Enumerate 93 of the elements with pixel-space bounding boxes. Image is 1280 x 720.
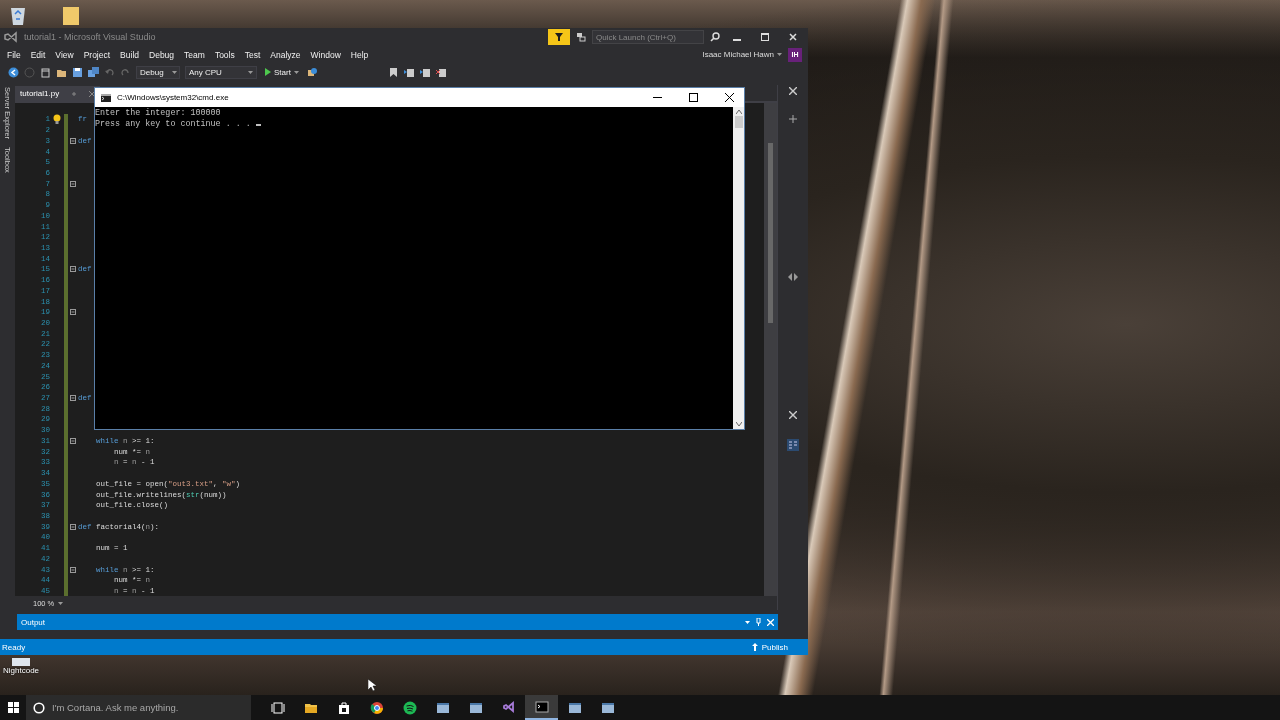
split-icon[interactable] [788, 115, 798, 123]
close-icon [789, 33, 797, 41]
scrollbar-thumb[interactable] [734, 116, 743, 128]
menu-item[interactable]: View [50, 49, 79, 60]
folder-icon[interactable] [62, 4, 80, 26]
shopping-bag-icon [336, 700, 351, 715]
taskbar-app-button[interactable] [525, 695, 558, 720]
start-button[interactable]: Start [262, 65, 302, 79]
task-view-icon [270, 700, 285, 715]
collapse-icon[interactable] [70, 309, 76, 316]
close-icon[interactable] [789, 411, 797, 419]
publish-button[interactable]: Publish [751, 642, 788, 652]
close-icon [724, 93, 734, 102]
vs-logo-icon [4, 31, 18, 43]
collapse-icon[interactable] [70, 266, 76, 273]
vertical-scrollbar[interactable] [764, 103, 777, 596]
vertical-scrollbar[interactable] [733, 107, 744, 429]
undo-icon[interactable] [104, 66, 115, 78]
configuration-dropdown[interactable]: Debug [136, 65, 180, 79]
save-all-icon[interactable] [88, 66, 99, 78]
collapse-icon[interactable] [70, 137, 76, 144]
bookmark-clear-icon[interactable] [435, 66, 447, 78]
lightbulb-icon[interactable] [53, 114, 61, 125]
vs-logo-icon [501, 700, 516, 715]
user-name[interactable]: Isaac Michael Hawn [702, 50, 774, 59]
collapse-icon[interactable] [70, 437, 76, 444]
text-cursor [255, 123, 261, 126]
collapse-icon[interactable] [70, 566, 76, 573]
maximize-icon [688, 93, 698, 102]
windows-logo-icon [7, 702, 19, 713]
panel-title: Output [21, 617, 45, 627]
menu-item[interactable]: File [2, 49, 26, 60]
bookmark-prev-icon[interactable] [403, 66, 415, 78]
collapse-icon[interactable] [70, 180, 76, 187]
menu-item[interactable]: Tools [209, 49, 240, 60]
console-icon [101, 93, 111, 102]
console-line: Press any key to continue . . . [95, 118, 733, 129]
cortana-button[interactable] [26, 695, 52, 720]
collapse-icon[interactable] [70, 395, 76, 402]
menu-item[interactable]: Project [78, 49, 116, 60]
menu-item[interactable]: Edit [25, 49, 51, 60]
status-text: Ready [2, 642, 26, 652]
window-title: C:\Windows\system32\cmd.exe [117, 93, 229, 102]
up-arrow-icon [751, 643, 758, 651]
quick-launch-field[interactable]: Quick Launch (Ctrl+Q) [592, 30, 704, 44]
back-icon[interactable] [8, 66, 19, 78]
maximize-icon [761, 33, 769, 41]
minimize-icon [652, 97, 662, 98]
search-icon[interactable] [710, 32, 720, 42]
menu-item[interactable]: Analyze [265, 49, 306, 60]
terminal-icon [534, 699, 549, 714]
music-app-icon [402, 700, 417, 715]
document-tab[interactable]: tutorial1.py [15, 86, 101, 101]
find-icon[interactable] [306, 66, 318, 78]
properties-icon[interactable] [787, 439, 799, 451]
menu-item[interactable]: Window [305, 49, 346, 60]
bookmark-icon[interactable] [387, 66, 399, 78]
cortana-search-field[interactable]: I'm Cortana. Ask me anything. [52, 695, 251, 720]
menu-item[interactable]: Team [179, 49, 210, 60]
new-project-icon[interactable] [40, 66, 51, 78]
circle-icon [33, 701, 45, 714]
collapse-icon[interactable] [70, 523, 76, 530]
caret-icon[interactable] [745, 620, 750, 624]
bookmark-next-icon[interactable] [419, 66, 431, 78]
play-icon [265, 68, 271, 76]
caret-icon[interactable] [777, 53, 782, 56]
mouse-pointer-icon [368, 679, 376, 691]
menu-item[interactable]: Test [239, 49, 266, 60]
caret-icon [171, 70, 177, 74]
browser-icon [369, 700, 384, 715]
desktop-icon-label[interactable]: Nightcode [3, 666, 40, 675]
notification-filter-button[interactable] [548, 29, 570, 45]
pin-icon [71, 90, 78, 97]
app-window-icon [468, 700, 483, 715]
feedback-icon[interactable] [576, 32, 586, 42]
menu-item[interactable]: Build [115, 49, 144, 60]
save-icon[interactable] [72, 66, 83, 78]
menu-item[interactable]: Help [345, 49, 374, 60]
platform-dropdown[interactable]: Any CPU [185, 65, 257, 79]
app-window-icon [567, 700, 582, 715]
app-window-icon[interactable] [11, 658, 31, 666]
app-window-icon [435, 700, 450, 715]
console-line: Enter the integer: 100000 [95, 108, 222, 119]
window-title: tutorial1 - Microsoft Visual Studio [24, 32, 156, 42]
app-window-icon [600, 700, 615, 715]
menu-item[interactable]: Debug [144, 49, 180, 60]
caret-icon [293, 70, 299, 74]
funnel-icon [555, 33, 563, 41]
pin-icon[interactable] [756, 618, 761, 626]
caret-icon [248, 70, 253, 74]
caret-icon [58, 601, 64, 605]
arrows-icon[interactable] [787, 273, 799, 281]
close-icon[interactable] [789, 87, 797, 95]
